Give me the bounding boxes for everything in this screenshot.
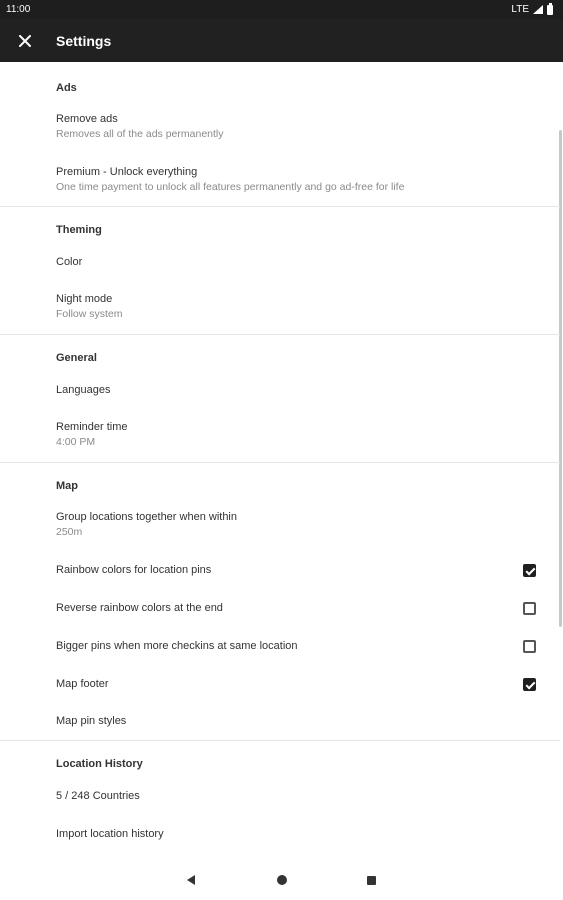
pref-title: Night mode — [56, 293, 113, 305]
status-bar: 11:00 LTE — [0, 0, 563, 19]
pref-title: Remove ads — [56, 113, 118, 125]
battery-icon — [547, 2, 553, 15]
pref-title: Premium - Unlock everything — [56, 166, 198, 178]
pref-map-footer[interactable]: Map footer — [0, 670, 560, 700]
home-circle-icon — [277, 875, 287, 885]
pref-color[interactable]: Color — [0, 248, 560, 278]
nav-home-button[interactable] — [262, 860, 302, 900]
pref-summary: One time payment to unlock all features … — [56, 181, 405, 193]
pref-reverse-rainbow[interactable]: Reverse rainbow colors at the end — [0, 594, 560, 624]
pref-title: 5 / 248 Countries — [56, 790, 140, 802]
navigation-bar — [0, 860, 563, 900]
pref-title: Reminder time — [56, 421, 128, 433]
bigger-pins-checkbox[interactable] — [523, 640, 536, 653]
pref-remove-ads[interactable]: Remove ads Removes all of the ads perman… — [0, 106, 560, 150]
pref-title: Rainbow colors for location pins — [56, 564, 212, 576]
pref-countries[interactable]: 5 / 248 Countries — [0, 782, 560, 812]
pref-group-locations[interactable]: Group locations together when within 250… — [0, 504, 560, 548]
pref-title: Reverse rainbow colors at the end — [56, 602, 223, 614]
pref-reminder-time[interactable]: Reminder time 4:00 PM — [0, 414, 560, 458]
nav-back-button[interactable] — [171, 860, 211, 900]
pref-summary: Removes all of the ads permanently — [56, 128, 224, 140]
pref-premium[interactable]: Premium - Unlock everything One time pay… — [0, 160, 560, 204]
pref-title: Languages — [56, 384, 111, 396]
pref-summary: Follow system — [56, 308, 123, 320]
app-bar: Settings — [0, 19, 563, 62]
close-icon — [19, 34, 31, 47]
map-footer-checkbox[interactable] — [523, 678, 536, 691]
pref-night-mode[interactable]: Night mode Follow system — [0, 286, 560, 330]
section-header-theming: Theming — [56, 224, 102, 236]
pref-title: Group locations together when within — [56, 511, 237, 523]
reverse-rainbow-checkbox[interactable] — [523, 602, 536, 615]
pref-import-location-history[interactable]: Import location history — [0, 820, 560, 850]
pref-summary: 250m — [56, 526, 83, 538]
back-triangle-icon — [187, 875, 195, 885]
pref-summary: 4:00 PM — [56, 436, 96, 448]
section-divider — [0, 462, 560, 463]
recents-square-icon — [366, 875, 376, 885]
nav-recents-button[interactable] — [351, 860, 391, 900]
status-time: 11:00 — [6, 4, 31, 15]
rainbow-colors-checkbox[interactable] — [523, 564, 536, 577]
close-button[interactable] — [0, 19, 50, 62]
section-divider — [0, 334, 560, 335]
page-title: Settings — [56, 32, 112, 49]
section-header-ads: Ads — [56, 82, 77, 94]
section-divider — [0, 206, 560, 207]
status-icons: LTE — [511, 2, 553, 15]
pref-bigger-pins[interactable]: Bigger pins when more checkins at same l… — [0, 632, 560, 662]
settings-list[interactable]: Ads Remove ads Removes all of the ads pe… — [0, 62, 563, 860]
section-divider — [0, 740, 560, 741]
section-header-general: General — [56, 352, 97, 364]
pref-title: Import location history — [56, 828, 164, 840]
settings-screen: 11:00 LTE Settings Ads Remove ads Remove… — [0, 0, 563, 900]
section-header-map: Map — [56, 480, 78, 492]
pref-title: Map footer — [56, 678, 109, 690]
network-label: LTE — [511, 4, 529, 15]
pref-title: Bigger pins when more checkins at same l… — [56, 640, 298, 652]
section-header-location-history: Location History — [56, 758, 143, 770]
pref-map-pin-styles[interactable]: Map pin styles — [0, 708, 560, 738]
pref-title: Map pin styles — [56, 715, 127, 727]
pref-title: Color — [56, 256, 83, 268]
pref-rainbow-colors[interactable]: Rainbow colors for location pins — [0, 556, 560, 586]
signal-icon — [533, 5, 543, 14]
pref-languages[interactable]: Languages — [0, 376, 560, 406]
